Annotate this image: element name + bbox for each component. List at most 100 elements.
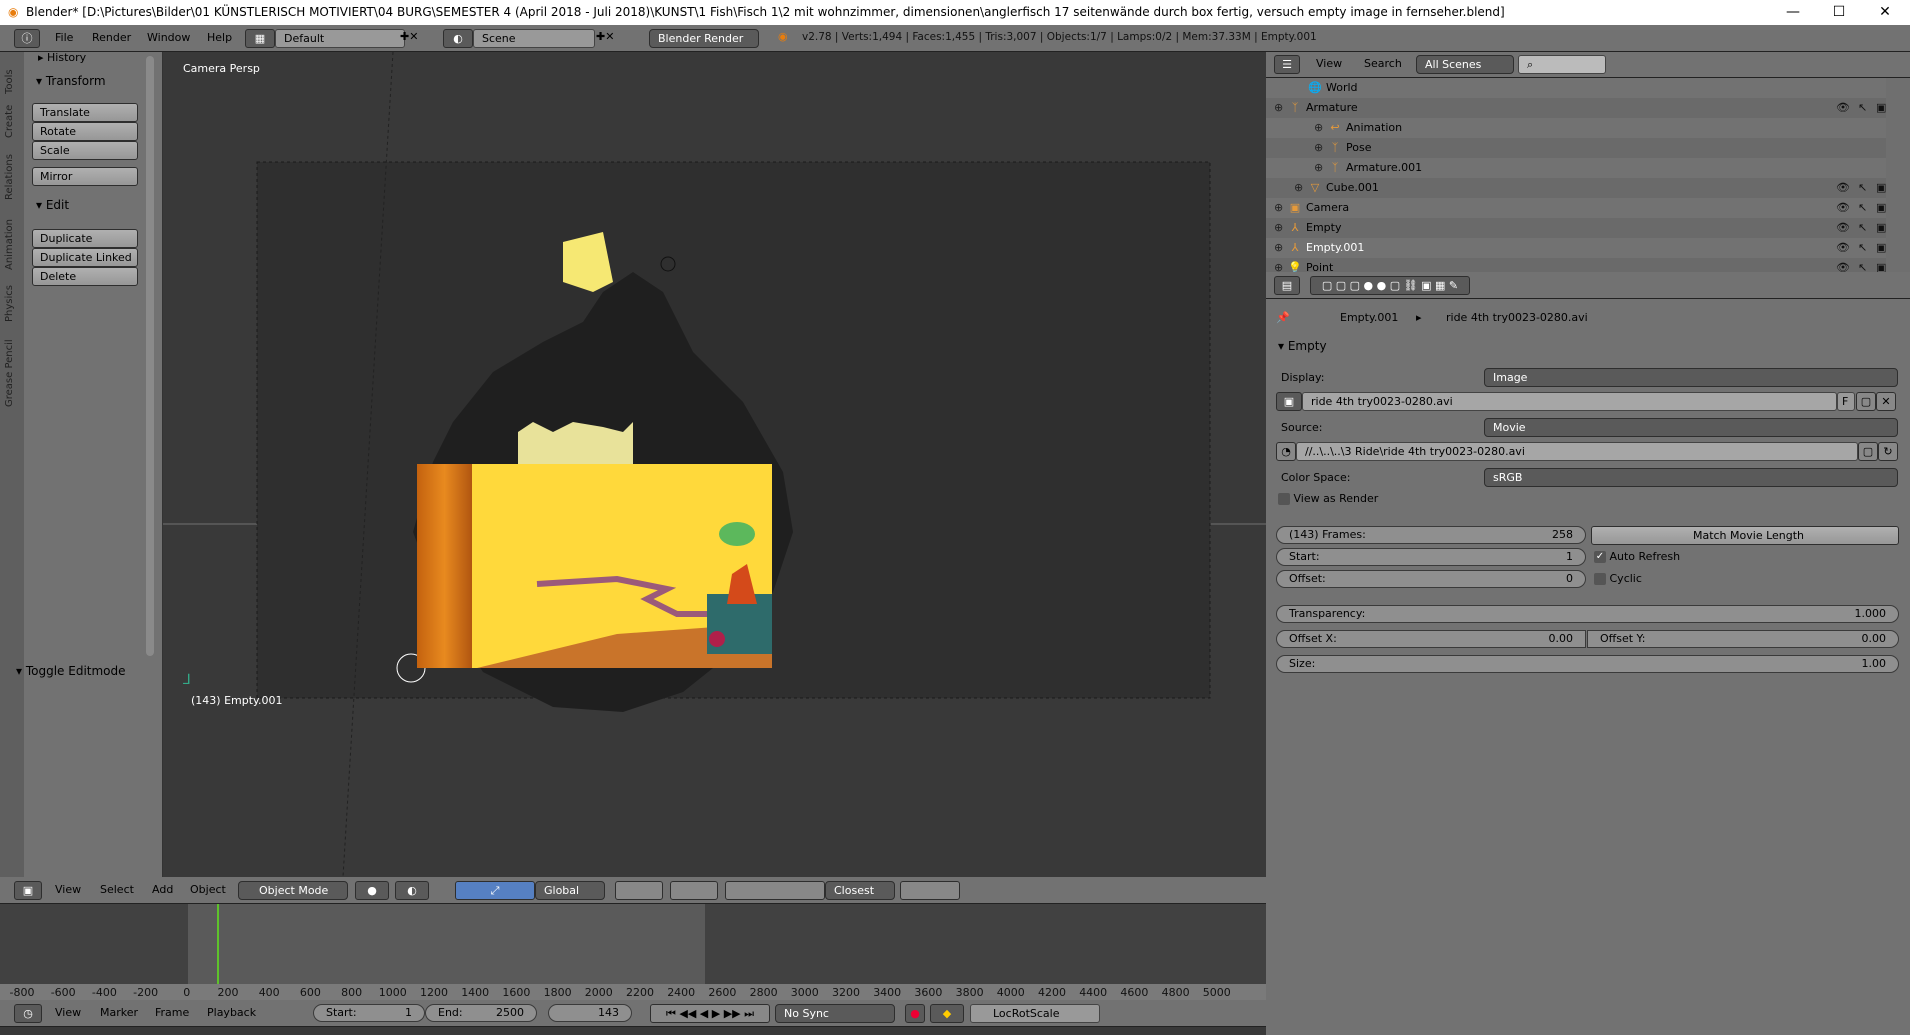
render-engine-select[interactable]: Blender Render	[649, 29, 759, 48]
outliner-search-input[interactable]: ⌕	[1518, 55, 1606, 74]
frames-field[interactable]: (143) Frames: 258	[1276, 526, 1586, 544]
end-frame-field[interactable]: End: 2500	[425, 1004, 537, 1022]
auto-refresh-checkbox[interactable]: ✓ Auto Refresh	[1594, 550, 1680, 563]
panel-toggle-editmode[interactable]: ▾ Toggle Editmode	[16, 664, 126, 678]
outliner-filter-select[interactable]: All Scenes	[1416, 55, 1514, 74]
3d-viewport[interactable]: Camera Persp (143) Empty.001 ⅃	[163, 52, 1266, 877]
visibility-eye-icon[interactable]: 👁	[1836, 238, 1850, 258]
filepath-field[interactable]: //..\..\..\3 Ride\ride 4th try0023-0280.…	[1296, 442, 1858, 461]
visibility-eye-icon[interactable]: 👁	[1836, 198, 1850, 218]
menu-frame[interactable]: Frame	[155, 1006, 189, 1019]
reload-icon[interactable]: ↻	[1878, 442, 1898, 461]
source-select[interactable]: Movie	[1484, 418, 1898, 437]
size-field[interactable]: Size: 1.00	[1276, 655, 1899, 673]
visibility-eye-icon[interactable]: 👁	[1836, 258, 1850, 272]
playback-controls[interactable]: ⏮ ◀◀ ◀ ▶ ▶▶ ⏭	[650, 1004, 770, 1023]
keying-set-field[interactable]: LocRotScale	[970, 1004, 1100, 1023]
open-image-icon[interactable]: ▢	[1856, 392, 1876, 411]
menu-render[interactable]: Render	[92, 31, 131, 44]
cyclic-checkbox[interactable]: Cyclic	[1594, 572, 1642, 585]
colorspace-select[interactable]: sRGB	[1484, 468, 1898, 487]
render-icons[interactable]	[900, 881, 960, 900]
outliner-item[interactable]: ⊕ ↩ Animation	[1266, 118, 1886, 138]
mode-select[interactable]: Object Mode	[238, 881, 348, 900]
snap-icons[interactable]	[725, 881, 825, 900]
selectable-cursor-icon[interactable]: ↖	[1858, 238, 1867, 258]
menu-marker[interactable]: Marker	[100, 1006, 138, 1019]
scale-button[interactable]: Scale	[32, 141, 138, 160]
offset-field[interactable]: Offset: 0	[1276, 570, 1586, 588]
sync-select[interactable]: No Sync	[775, 1004, 895, 1023]
tab-tools[interactable]: Tools	[4, 69, 15, 94]
offset-y-field[interactable]: Offset Y: 0.00	[1587, 630, 1899, 648]
panel-history[interactable]: ▸ History	[38, 51, 86, 64]
layers2-icon[interactable]	[670, 881, 718, 900]
selectable-cursor-icon[interactable]: ↖	[1858, 98, 1867, 118]
selectable-cursor-icon[interactable]: ↖	[1858, 198, 1867, 218]
snap-target-select[interactable]: Closest	[825, 881, 895, 900]
render-camera-icon[interactable]: ▣	[1876, 198, 1886, 218]
fake-user-button[interactable]: F	[1837, 392, 1855, 411]
duplicate-linked-button[interactable]: Duplicate Linked	[32, 248, 138, 267]
render-camera-icon[interactable]: ▣	[1876, 238, 1886, 258]
expand-icon[interactable]: ⊕	[1274, 98, 1283, 118]
tab-grease-pencil[interactable]: Grease Pencil	[4, 339, 15, 407]
scene-icon[interactable]: ◐	[443, 29, 473, 48]
tool-shelf-scrollbar[interactable]	[146, 56, 154, 656]
auto-refresh-check-icon[interactable]: ✓	[1594, 551, 1606, 563]
expand-icon[interactable]: ⊕	[1314, 158, 1323, 178]
menu-view-timeline[interactable]: View	[55, 1006, 81, 1019]
layers-icon[interactable]	[615, 881, 663, 900]
panel-empty-header[interactable]: ▾ Empty	[1278, 339, 1327, 353]
rotate-button[interactable]: Rotate	[32, 122, 138, 141]
expand-icon[interactable]: ⊕	[1314, 138, 1323, 158]
match-movie-length-button[interactable]: Match Movie Length	[1591, 526, 1899, 545]
outliner-item[interactable]: ⊕ ᛉ Armature.001	[1266, 158, 1886, 178]
outliner-item[interactable]: ⊕ ▣ Camera 👁 ↖ ▣	[1266, 198, 1886, 218]
offset-x-field[interactable]: Offset X: 0.00	[1276, 630, 1586, 648]
maximize-button[interactable]: ☐	[1816, 0, 1862, 25]
delete-button[interactable]: Delete	[32, 267, 138, 286]
layout-icon[interactable]: ▦	[245, 29, 275, 48]
context-tabs[interactable]: ▢ ▢ ▢ ● ● ▢ ⛓ ▣ ▦ ✎	[1310, 276, 1470, 295]
expand-icon[interactable]: ⊕	[1314, 118, 1323, 138]
outliner-item[interactable]: ⊕ ᛉ Pose	[1266, 138, 1886, 158]
render-camera-icon[interactable]: ▣	[1876, 258, 1886, 272]
timeline-area[interactable]	[0, 904, 1266, 984]
start-field[interactable]: Start: 1	[1276, 548, 1586, 566]
mirror-button[interactable]: Mirror	[32, 167, 138, 186]
scene-select[interactable]: Scene	[473, 29, 595, 48]
orientation-select[interactable]: Global	[535, 881, 605, 900]
menu-outliner-search[interactable]: Search	[1364, 57, 1402, 70]
record-icon[interactable]: ●	[905, 1004, 925, 1023]
manipulator-icons[interactable]: ⤢	[455, 881, 535, 900]
menu-outliner-view[interactable]: View	[1316, 57, 1342, 70]
current-frame-field[interactable]: 143	[548, 1004, 632, 1022]
outliner-item[interactable]: ⊕ 💡 Point 👁 ↖ ▣	[1266, 258, 1886, 272]
empty-image-display[interactable]	[417, 464, 772, 668]
tab-create[interactable]: Create	[4, 105, 15, 138]
add-layout-icon[interactable]: ✚✕	[400, 30, 418, 43]
visibility-eye-icon[interactable]: 👁	[1836, 98, 1850, 118]
pin-icon[interactable]: 📌	[1276, 311, 1290, 324]
unlink-image-icon[interactable]: ✕	[1876, 392, 1896, 411]
browse-file-icon[interactable]: ▢	[1858, 442, 1878, 461]
panel-transform[interactable]: ▾ Transform	[36, 74, 106, 88]
tab-relations[interactable]: Relations	[4, 154, 15, 200]
transparency-field[interactable]: Transparency: 1.000	[1276, 605, 1899, 623]
menu-add[interactable]: Add	[152, 883, 173, 896]
image-browse-icon[interactable]: ▣	[1276, 392, 1302, 411]
outliner-item[interactable]: ⊕ ⅄ Empty.001 👁 ↖ ▣	[1266, 238, 1886, 258]
outliner-item[interactable]: ⊕ ▽ Cube.001 👁 ↖ ▣	[1266, 178, 1886, 198]
outliner-item[interactable]: 🌐 World	[1266, 78, 1886, 98]
menu-select[interactable]: Select	[100, 883, 134, 896]
add-scene-icon[interactable]: ✚✕	[596, 30, 614, 43]
view-as-render-checkbox[interactable]: View as Render	[1278, 492, 1378, 505]
close-button[interactable]: ✕	[1862, 0, 1908, 25]
render-camera-icon[interactable]: ▣	[1876, 218, 1886, 238]
expand-icon[interactable]: ⊕	[1274, 238, 1283, 258]
image-name-field[interactable]: ride 4th try0023-0280.avi	[1302, 392, 1837, 411]
editor-type-properties-icon[interactable]: ▤	[1274, 276, 1300, 295]
start-frame-field[interactable]: Start: 1	[313, 1004, 425, 1022]
tab-animation[interactable]: Animation	[4, 219, 15, 270]
